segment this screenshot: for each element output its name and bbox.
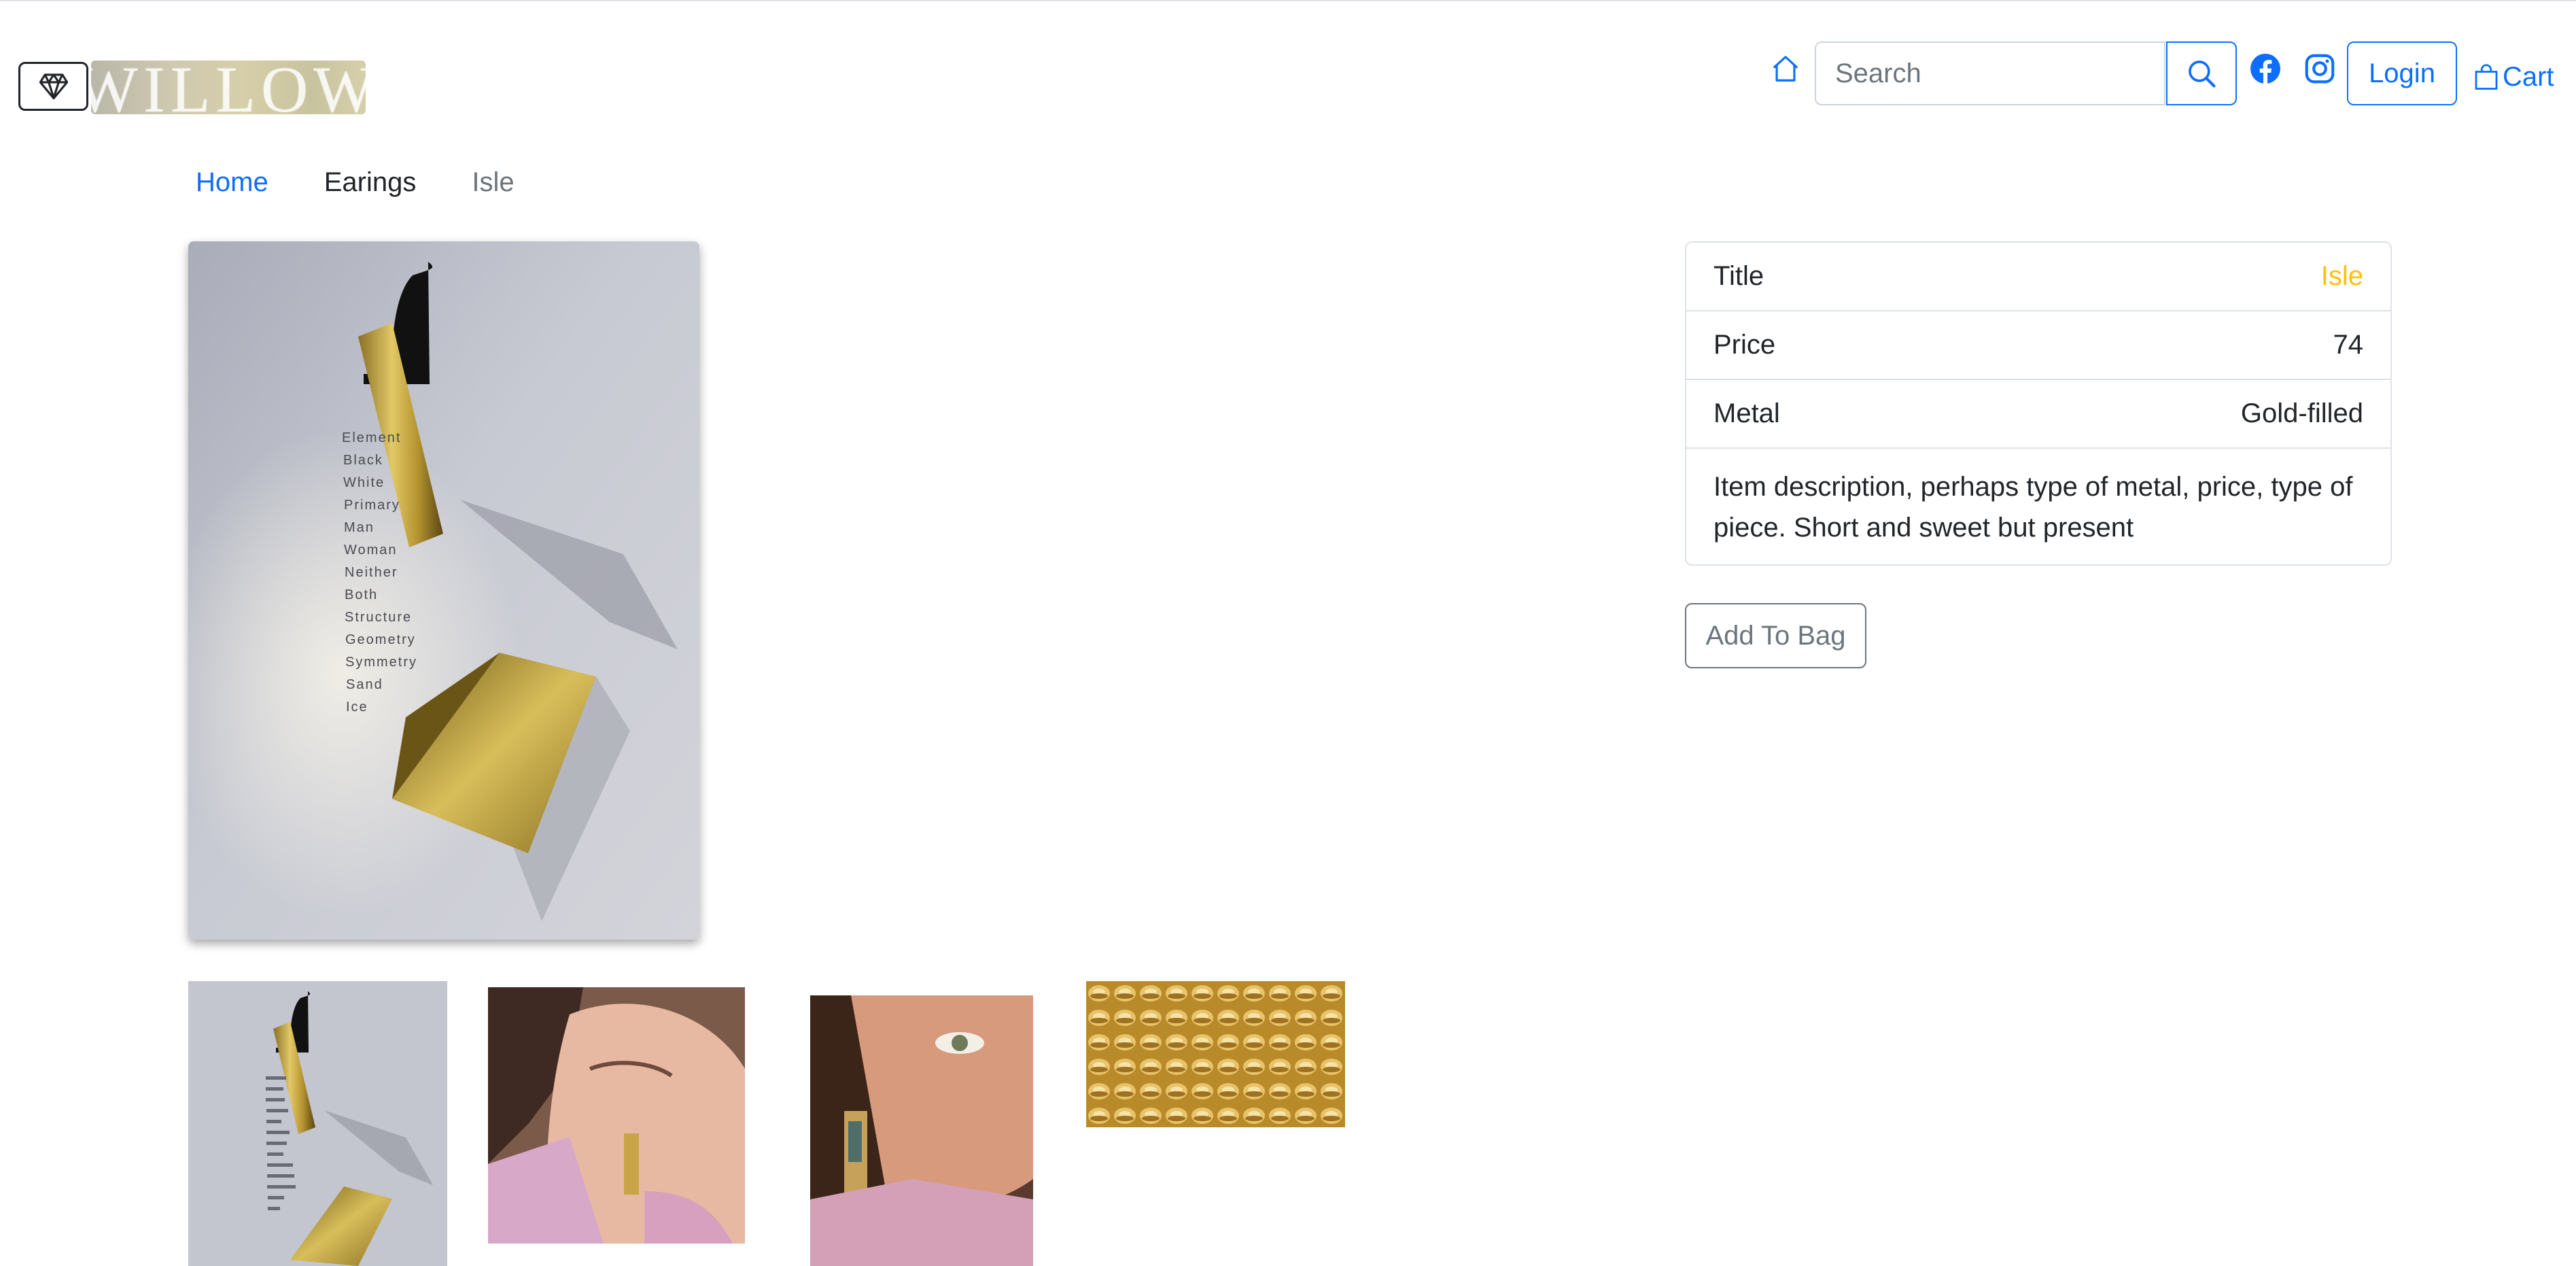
search-button[interactable]	[2166, 41, 2237, 105]
breadcrumb-home[interactable]: Home	[196, 167, 268, 198]
product-details-card: Title Isle Price 74 Metal Gold-filled It…	[1685, 241, 2392, 566]
poster-word: Structure	[345, 610, 412, 625]
detail-label: Metal	[1713, 398, 1780, 428]
top-border	[0, 0, 2576, 1]
search-icon	[2189, 61, 2216, 88]
poster-word: Sand	[346, 677, 383, 692]
search-input[interactable]	[1815, 41, 2165, 105]
brand-button[interactable]	[18, 62, 88, 111]
poster-word: Woman	[344, 543, 398, 558]
shopping-bag-icon	[2475, 64, 2498, 90]
poster-word: Primary	[344, 498, 400, 513]
product-description: Item description, perhaps type of metal,…	[1713, 472, 2353, 543]
facebook-icon[interactable]	[2250, 54, 2280, 84]
detail-value: Isle	[2320, 261, 2363, 291]
detail-label: Price	[1713, 330, 1776, 360]
detail-row-metal: Metal Gold-filled	[1686, 380, 2390, 449]
brand-logo[interactable]: WILLOW	[91, 61, 366, 114]
cart-label: Cart	[2503, 61, 2554, 92]
poster-word: White	[343, 475, 385, 490]
thumbnail-image[interactable]	[188, 981, 447, 1266]
breadcrumb-category[interactable]: Earings	[324, 167, 417, 198]
logo-text: WILLOW	[91, 61, 366, 114]
poster-word: Ice	[346, 700, 368, 715]
poster-word: Both	[345, 587, 378, 602]
cart-link[interactable]: Cart	[2473, 60, 2554, 94]
instagram-icon[interactable]	[2305, 54, 2335, 84]
diamond-icon	[39, 73, 68, 100]
thumbnail-image[interactable]	[1086, 981, 1345, 1127]
add-to-bag-button[interactable]: Add To Bag	[1685, 603, 1866, 668]
thumbnail-image[interactable]	[488, 987, 745, 1244]
poster-word: Man	[344, 520, 375, 535]
poster-word: Geometry	[345, 632, 416, 647]
house-icon[interactable]	[1770, 53, 1801, 84]
detail-row-price: Price 74	[1686, 311, 2390, 380]
main-product-image: Element Black White Primary Man Woman Ne…	[188, 241, 699, 940]
login-button[interactable]: Login	[2347, 41, 2457, 105]
detail-row-title: Title Isle	[1686, 243, 2390, 311]
poster-word: Neither	[345, 565, 398, 580]
detail-value: 74	[2333, 330, 2364, 360]
poster-word: Symmetry	[345, 655, 417, 670]
poster-word: Element	[342, 430, 401, 445]
breadcrumb-current: Isle	[472, 167, 515, 197]
poster-word: Black	[343, 453, 383, 468]
thumbnail-image[interactable]	[810, 995, 1033, 1266]
detail-label: Title	[1713, 261, 1764, 291]
detail-value: Gold-filled	[2240, 398, 2363, 428]
breadcrumb: Home Earings Isle	[196, 162, 515, 203]
